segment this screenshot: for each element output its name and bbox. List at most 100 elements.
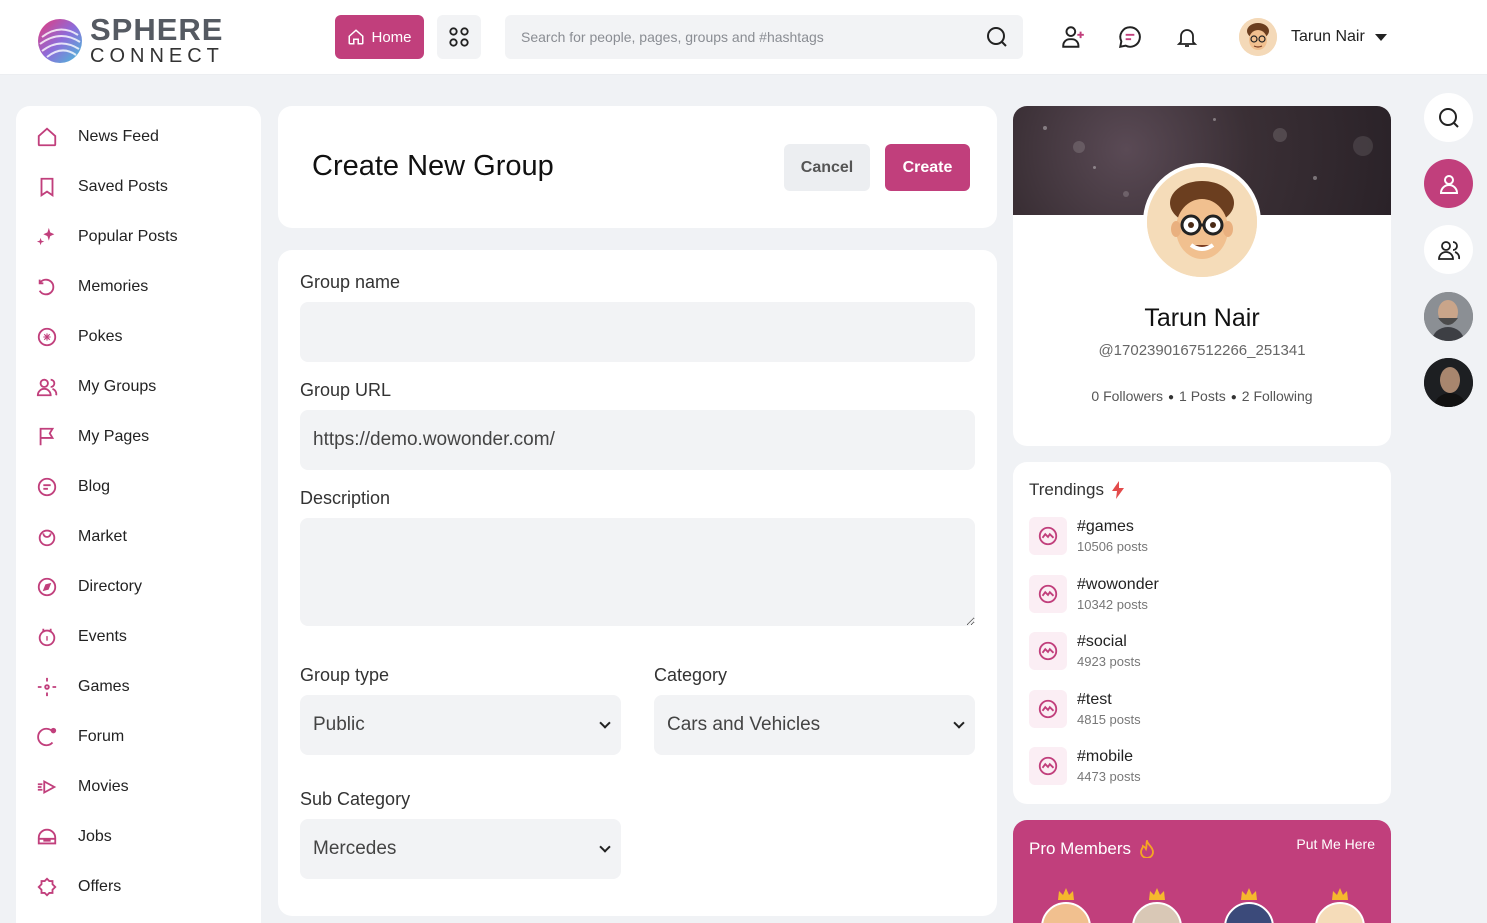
sub-category-value: Mercedes — [313, 838, 397, 859]
pro-members-title-text: Pro Members — [1029, 839, 1132, 858]
trendings-card: Trendings #games 10506 posts #wowonder 103… — [1013, 462, 1391, 804]
lightning-icon — [1111, 481, 1124, 499]
rail-profile-button[interactable] — [1424, 159, 1473, 208]
pro-member-avatar[interactable] — [1224, 902, 1274, 923]
messages-button[interactable] — [1115, 22, 1145, 52]
search-icon[interactable] — [985, 25, 1009, 49]
blog-icon — [36, 476, 58, 498]
rail-groups-button[interactable] — [1424, 225, 1473, 274]
create-group-form: Group name Group URL Description Group t… — [278, 250, 997, 916]
trending-item[interactable]: #mobile 4473 posts — [1029, 747, 1141, 785]
group-type-value: Public — [313, 714, 365, 735]
poke-icon — [36, 326, 58, 348]
group-name-input[interactable] — [300, 302, 975, 362]
sidebar-item-saved-posts[interactable]: Saved Posts — [16, 162, 261, 212]
sidebar-item-label: Offers — [78, 878, 122, 895]
sidebar-item-label: Directory — [78, 578, 143, 595]
user-icon — [1439, 174, 1458, 194]
pro-member-avatar[interactable] — [1132, 902, 1182, 923]
trend-count: 4473 posts — [1077, 769, 1141, 784]
sub-category-select[interactable]: Mercedes — [300, 819, 621, 879]
following-count[interactable]: 2 Following — [1242, 388, 1313, 404]
page-title: Create New Group — [312, 150, 554, 182]
sidebar-item-forum[interactable]: Forum — [16, 712, 261, 762]
category-value: Cars and Vehicles — [667, 714, 821, 735]
friend-requests-button[interactable] — [1058, 22, 1088, 52]
sidebar-item-market[interactable]: Market — [16, 512, 261, 562]
home-button[interactable]: Home — [335, 15, 424, 59]
profile-card: Tarun Nair @1702390167512266_251341 0 Fo… — [1013, 106, 1391, 446]
group-url-label: Group URL — [300, 380, 392, 400]
apps-button[interactable] — [437, 15, 481, 59]
online-friend-avatar[interactable] — [1424, 292, 1473, 341]
group-type-select[interactable]: Public — [300, 695, 621, 755]
trend-icon — [1029, 575, 1067, 613]
fire-icon — [1140, 840, 1154, 858]
sidebar-item-pokes[interactable]: Pokes — [16, 312, 261, 362]
profile-avatar[interactable] — [1143, 163, 1261, 281]
trending-item[interactable]: #test 4815 posts — [1029, 690, 1141, 728]
flag-icon — [36, 426, 58, 448]
sidebar-item-events[interactable]: Events — [16, 612, 261, 662]
group-url-input[interactable] — [300, 410, 975, 470]
sidebar-item-label: My Pages — [78, 428, 150, 445]
sidebar-item-games[interactable]: Games — [16, 662, 261, 712]
crown-icon — [1149, 888, 1165, 900]
sidebar-item-memories[interactable]: Memories — [16, 262, 261, 312]
trending-item[interactable]: #games 10506 posts — [1029, 517, 1148, 555]
trend-count: 4815 posts — [1077, 712, 1141, 727]
put-me-here-link[interactable]: Put Me Here — [1296, 836, 1375, 852]
left-sidebar: News Feed Saved Posts Popular Posts Memo… — [16, 106, 261, 923]
trend-tag: #test — [1077, 691, 1112, 708]
pro-members-card: Pro Members Put Me Here — [1013, 820, 1391, 923]
logo-text-top: SPHERE — [90, 12, 224, 47]
sidebar-item-directory[interactable]: Directory — [16, 562, 261, 612]
offers-icon — [36, 876, 58, 898]
online-friend-avatar[interactable] — [1424, 358, 1473, 407]
cancel-button[interactable]: Cancel — [784, 144, 870, 191]
calendar-icon — [36, 626, 58, 648]
description-textarea[interactable] — [300, 518, 975, 626]
sidebar-item-label: Blog — [78, 478, 111, 495]
sphere-logo-icon — [38, 19, 82, 63]
crown-icon — [1332, 888, 1348, 900]
profile-name[interactable]: Tarun Nair — [1013, 304, 1391, 333]
trend-tag: #wowonder — [1077, 576, 1159, 593]
person-photo-icon — [1424, 292, 1473, 341]
create-button[interactable]: Create — [885, 144, 970, 191]
category-select[interactable]: Cars and Vehicles — [654, 695, 975, 755]
pro-members-title: Pro Members — [1029, 839, 1155, 859]
home-button-label: Home — [371, 28, 412, 46]
rail-search-button[interactable] — [1424, 93, 1473, 142]
movies-icon — [36, 776, 58, 798]
notifications-button[interactable] — [1172, 22, 1202, 52]
sidebar-item-label: Saved Posts — [78, 178, 168, 195]
sparkle-icon — [36, 226, 58, 248]
bookmark-icon — [36, 176, 58, 198]
search-input[interactable] — [521, 29, 985, 45]
trending-item[interactable]: #social 4923 posts — [1029, 632, 1141, 670]
user-menu[interactable]: Tarun Nair — [1239, 18, 1387, 56]
pro-member-avatar[interactable] — [1041, 902, 1091, 923]
sidebar-item-offers[interactable]: Offers — [16, 862, 261, 912]
memoji-face-icon — [1239, 18, 1277, 56]
sidebar-item-label: Forum — [78, 728, 125, 745]
sidebar-item-movies[interactable]: Movies — [16, 762, 261, 812]
trend-icon — [1029, 632, 1067, 670]
bell-icon — [1176, 29, 1198, 47]
sidebar-item-my-groups[interactable]: My Groups — [16, 362, 261, 412]
sidebar-item-news-feed[interactable]: News Feed — [16, 112, 261, 162]
category-label: Category — [654, 665, 728, 685]
followers-count[interactable]: 0 Followers — [1091, 388, 1163, 404]
pro-member-avatar[interactable] — [1315, 902, 1365, 923]
trending-item[interactable]: #wowonder 10342 posts — [1029, 575, 1159, 613]
search-bar — [505, 15, 1023, 59]
avatar — [1239, 18, 1277, 56]
sidebar-item-popular-posts[interactable]: Popular Posts — [16, 212, 261, 262]
home-icon — [348, 29, 364, 45]
sidebar-item-blog[interactable]: Blog — [16, 462, 261, 512]
posts-count[interactable]: 1 Posts — [1179, 388, 1226, 404]
site-logo[interactable]: SPHERE CONNECT — [36, 14, 224, 66]
sidebar-item-my-pages[interactable]: My Pages — [16, 412, 261, 462]
sidebar-item-jobs[interactable]: Jobs — [16, 812, 261, 862]
